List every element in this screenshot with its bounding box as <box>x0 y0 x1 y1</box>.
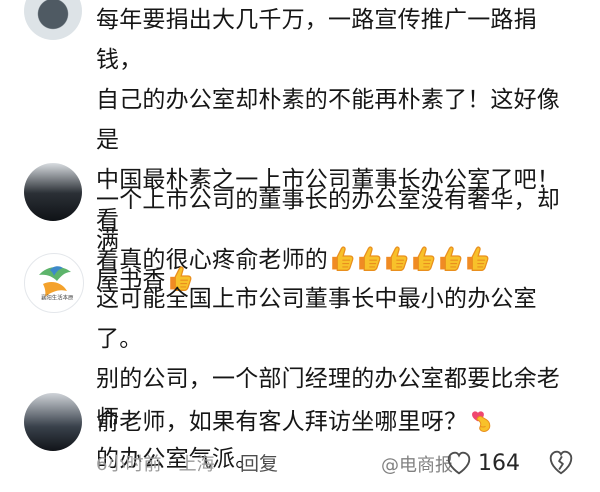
avatar-caption: 襄阳生活本原 <box>41 294 74 302</box>
comment-line: 自己的办公室却朴素的不能再朴素了！这好像是 <box>96 87 560 153</box>
user-avatar[interactable]: 襄阳生活本原 <box>24 253 84 313</box>
finger-heart-icon <box>467 407 494 434</box>
comment-line: 每年要捐出大几千万，一路宣传推广一路捐钱， <box>96 7 537 73</box>
comment-line: 这可能全国上市公司董事长中最小的办公室了。 <box>96 286 537 352</box>
like-count: 164 <box>478 451 520 476</box>
broken-heart-icon <box>549 450 573 475</box>
comment-text: 俞老师，如果有客人拜访坐哪里呀？ <box>96 402 564 442</box>
reply-button[interactable]: 回复 <box>240 449 278 476</box>
comment-thread: 每年要捐出大几千万，一路宣传推广一路捐钱， 自己的办公室却朴素的不能再朴素了！这… <box>0 0 600 492</box>
comment-time-location: 6小时前 · 上海 <box>96 454 215 475</box>
user-avatar[interactable] <box>24 0 82 40</box>
watermark-text: @电商报 <box>381 455 453 476</box>
heart-icon <box>447 451 471 475</box>
user-avatar[interactable] <box>24 163 82 221</box>
dislike-button[interactable] <box>546 446 576 478</box>
comment-line: 一个上市公司的董事长的办公室没有奢华，却满 <box>96 187 560 253</box>
comment-meta-row: 6小时前 · 上海 回复 @电商报 164 <box>96 446 576 482</box>
comment-line-text: 俞老师，如果有客人拜访坐哪里呀？ <box>96 409 468 435</box>
comment-line-with-emoji: 俞老师，如果有客人拜访坐哪里呀？ <box>96 402 564 442</box>
like-button[interactable]: 164 <box>444 447 536 477</box>
logo-icon <box>39 266 71 297</box>
user-avatar[interactable] <box>24 393 82 451</box>
